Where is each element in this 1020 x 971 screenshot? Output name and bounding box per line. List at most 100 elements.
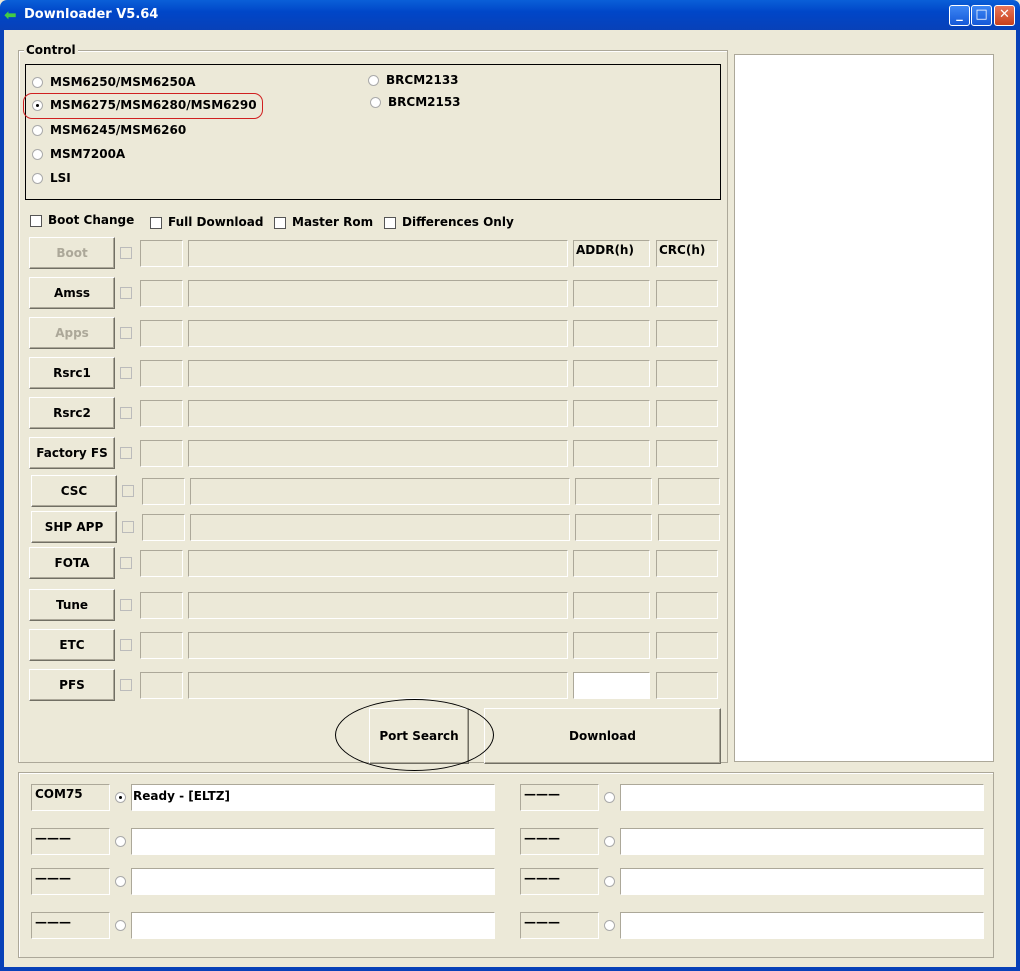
file-checkbox[interactable] — [122, 485, 134, 497]
file-path-field[interactable] — [188, 440, 568, 467]
addr-field[interactable] — [573, 632, 650, 659]
port-status-field — [131, 828, 495, 855]
chipset-radio[interactable] — [32, 100, 43, 111]
port-name: ——— — [520, 828, 599, 855]
file-checkbox[interactable] — [120, 327, 132, 339]
file-checkbox[interactable] — [120, 287, 132, 299]
addr-field[interactable] — [573, 592, 650, 619]
chipset-label: LSI — [50, 171, 71, 185]
file-path-field[interactable] — [190, 478, 570, 505]
file-path-field[interactable] — [188, 360, 568, 387]
port-radio[interactable] — [115, 920, 126, 931]
chipset-radio[interactable] — [32, 77, 43, 88]
port-name: ——— — [31, 828, 110, 855]
port-radio[interactable] — [604, 792, 615, 803]
port-name: ——— — [520, 868, 599, 895]
file-checkbox[interactable] — [120, 247, 132, 259]
file-path-field[interactable] — [188, 592, 568, 619]
port-status-field — [131, 912, 495, 939]
file-button-boot[interactable]: Boot — [29, 237, 115, 269]
addr-field[interactable] — [573, 440, 650, 467]
minimize-icon[interactable]: _ — [949, 5, 970, 26]
chipset-radio[interactable] — [32, 149, 43, 160]
file-button-tune[interactable]: Tune — [29, 589, 115, 621]
file-button-rsrc1[interactable]: Rsrc1 — [29, 357, 115, 389]
port-search-button[interactable]: Port Search — [369, 708, 469, 764]
port-radio[interactable] — [604, 920, 615, 931]
crc-field — [656, 632, 718, 659]
window-title: Downloader V5.64 — [24, 7, 159, 22]
addr-field[interactable] — [575, 514, 652, 541]
file-button-csc[interactable]: CSC — [31, 475, 117, 507]
file-path-field[interactable] — [188, 280, 568, 307]
addr-field[interactable] — [573, 280, 650, 307]
addr-field[interactable] — [573, 320, 650, 347]
crc-field — [656, 592, 718, 619]
crc-field — [656, 360, 718, 387]
port-name: COM75 — [31, 784, 110, 811]
crc-field — [658, 478, 720, 505]
file-size-field — [142, 514, 185, 541]
chipset-label: MSM7200A — [50, 147, 126, 161]
chipset-radio[interactable] — [370, 97, 381, 108]
file-path-field[interactable] — [188, 240, 568, 267]
file-path-field[interactable] — [188, 672, 568, 699]
addr-field[interactable] — [575, 478, 652, 505]
file-checkbox[interactable] — [120, 639, 132, 651]
option-checkbox[interactable] — [30, 215, 42, 227]
option-checkbox[interactable] — [274, 217, 286, 229]
file-button-fota[interactable]: FOTA — [29, 547, 115, 579]
file-checkbox[interactable] — [120, 599, 132, 611]
port-radio[interactable] — [115, 876, 126, 887]
close-icon[interactable]: ✕ — [994, 5, 1015, 26]
crc-field — [656, 672, 718, 699]
port-name: ——— — [520, 784, 599, 811]
file-checkbox[interactable] — [120, 557, 132, 569]
file-button-factory-fs[interactable]: Factory FS — [29, 437, 115, 469]
crc-field — [658, 514, 720, 541]
addr-field[interactable] — [573, 550, 650, 577]
port-radio[interactable] — [115, 836, 126, 847]
file-path-field[interactable] — [188, 400, 568, 427]
addr-field[interactable] — [573, 400, 650, 427]
file-button-rsrc2[interactable]: Rsrc2 — [29, 397, 115, 429]
file-button-etc[interactable]: ETC — [29, 629, 115, 661]
crc-field — [656, 280, 718, 307]
chipset-label: BRCM2133 — [386, 73, 459, 87]
file-button-pfs[interactable]: PFS — [29, 669, 115, 701]
file-path-field[interactable] — [188, 320, 568, 347]
addr-field[interactable] — [573, 360, 650, 387]
port-radio[interactable] — [604, 836, 615, 847]
maximize-icon[interactable]: □ — [971, 5, 992, 26]
chipset-label: MSM6275/MSM6280/MSM6290 — [50, 98, 257, 112]
app-arrow-icon: ⬅ — [4, 6, 17, 24]
option-checkbox[interactable] — [150, 217, 162, 229]
file-checkbox[interactable] — [120, 679, 132, 691]
addr-field[interactable] — [573, 672, 650, 699]
file-size-field — [140, 360, 183, 387]
control-legend: Control — [24, 43, 78, 57]
port-status-field — [131, 868, 495, 895]
chipset-radio[interactable] — [368, 75, 379, 86]
file-button-amss[interactable]: Amss — [29, 277, 115, 309]
file-checkbox[interactable] — [120, 367, 132, 379]
file-path-field[interactable] — [190, 514, 570, 541]
file-checkbox[interactable] — [120, 447, 132, 459]
file-path-field[interactable] — [188, 632, 568, 659]
port-radio[interactable] — [604, 876, 615, 887]
crc-field — [656, 550, 718, 577]
port-radio[interactable] — [115, 792, 126, 803]
file-button-shp-app[interactable]: SHP APP — [31, 511, 117, 543]
crc-field — [656, 320, 718, 347]
crc-header: CRC(h) — [656, 240, 718, 267]
port-name: ——— — [520, 912, 599, 939]
option-checkbox[interactable] — [384, 217, 396, 229]
download-button[interactable]: Download — [484, 708, 721, 764]
file-button-apps[interactable]: Apps — [29, 317, 115, 349]
chipset-radio[interactable] — [32, 125, 43, 136]
file-checkbox[interactable] — [122, 521, 134, 533]
title-bar[interactable]: ⬅ Downloader V5.64 _ □ ✕ — [0, 0, 1020, 30]
file-checkbox[interactable] — [120, 407, 132, 419]
chipset-radio[interactable] — [32, 173, 43, 184]
file-path-field[interactable] — [188, 550, 568, 577]
